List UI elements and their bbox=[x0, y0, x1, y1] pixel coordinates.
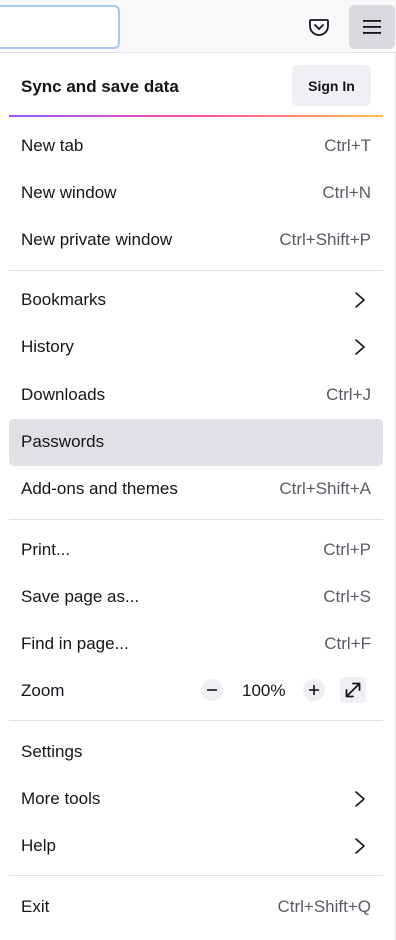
separator bbox=[9, 875, 383, 876]
menu-item-label: Exit bbox=[21, 897, 50, 916]
chevron-right-icon bbox=[355, 838, 365, 854]
menu-item-shortcut: Ctrl+N bbox=[322, 183, 371, 202]
app-menu-panel: Sync and save data Sign In New tab Ctrl+… bbox=[0, 52, 396, 940]
menu-item-more-tools[interactable]: More tools bbox=[9, 776, 383, 823]
menu-item-label: Help bbox=[21, 836, 56, 855]
chevron-right-icon bbox=[355, 292, 365, 308]
pocket-icon bbox=[309, 19, 329, 36]
menu-item-downloads[interactable]: Downloads Ctrl+J bbox=[9, 372, 383, 419]
menu-item-settings[interactable]: Settings bbox=[9, 729, 383, 776]
menu-item-shortcut: Ctrl+T bbox=[324, 136, 371, 155]
menu-item-label: History bbox=[21, 337, 74, 356]
menu-item-shortcut: Ctrl+Shift+P bbox=[279, 230, 371, 249]
menu-item-label: Settings bbox=[21, 742, 83, 761]
accent-divider bbox=[9, 115, 383, 117]
menu-item-save-page-as[interactable]: Save page as... Ctrl+S bbox=[9, 574, 383, 621]
hamburger-menu-icon bbox=[363, 20, 381, 34]
menu-item-history[interactable]: History bbox=[9, 324, 383, 371]
separator bbox=[9, 519, 383, 520]
minus-icon bbox=[207, 689, 217, 691]
sync-title: Sync and save data bbox=[21, 77, 179, 96]
menu-item-label: New tab bbox=[21, 136, 84, 155]
fullscreen-button[interactable] bbox=[340, 677, 366, 703]
menu-item-new-window[interactable]: New window Ctrl+N bbox=[9, 170, 383, 217]
menu-item-find-in-page[interactable]: Find in page... Ctrl+F bbox=[9, 621, 383, 668]
menu-item-label: New private window bbox=[21, 230, 173, 249]
menu-item-shortcut: Ctrl+S bbox=[323, 587, 371, 606]
menu-item-shortcut: Ctrl+J bbox=[326, 385, 371, 404]
toolbar bbox=[0, 0, 396, 52]
menu-item-passwords[interactable]: Passwords bbox=[9, 419, 383, 466]
menu-item-label: Add-ons and themes bbox=[21, 479, 178, 498]
menu-item-label: More tools bbox=[21, 789, 101, 808]
menu-item-exit[interactable]: Exit Ctrl+Shift+Q bbox=[9, 884, 383, 931]
menu-item-zoom: Zoom 100% bbox=[9, 668, 383, 715]
menu-item-shortcut: Ctrl+Shift+A bbox=[279, 479, 371, 498]
zoom-level[interactable]: 100% bbox=[242, 681, 285, 701]
menu-item-label: Save page as... bbox=[21, 587, 140, 606]
chevron-right-icon bbox=[355, 791, 365, 807]
separator bbox=[9, 720, 383, 721]
sign-in-button[interactable]: Sign In bbox=[292, 65, 371, 106]
menu-item-label: Find in page... bbox=[21, 634, 129, 653]
pocket-button[interactable] bbox=[296, 5, 342, 49]
sync-header: Sync and save data Sign In bbox=[0, 53, 394, 115]
app-menu-button[interactable] bbox=[349, 5, 395, 49]
menu-item-label: Zoom bbox=[21, 681, 65, 700]
menu-item-label: New window bbox=[21, 183, 117, 202]
menu-item-bookmarks[interactable]: Bookmarks bbox=[9, 277, 383, 324]
zoom-in-button[interactable] bbox=[303, 679, 325, 701]
menu-item-shortcut: Ctrl+Shift+Q bbox=[277, 897, 371, 916]
menu-item-label: Bookmarks bbox=[21, 290, 107, 309]
chevron-right-icon bbox=[355, 339, 365, 355]
menu-item-help[interactable]: Help bbox=[9, 823, 383, 870]
zoom-out-button[interactable] bbox=[201, 679, 223, 701]
fullscreen-icon bbox=[345, 682, 361, 698]
menu-item-label: Print... bbox=[21, 540, 71, 559]
separator bbox=[9, 270, 383, 271]
menu-item-shortcut: Ctrl+P bbox=[323, 540, 371, 559]
plus-icon bbox=[309, 685, 319, 695]
menu-item-label: Downloads bbox=[21, 385, 106, 404]
menu-item-print[interactable]: Print... Ctrl+P bbox=[9, 527, 383, 574]
menu-item-addons-and-themes[interactable]: Add-ons and themes Ctrl+Shift+A bbox=[9, 466, 383, 513]
menu-item-new-tab[interactable]: New tab Ctrl+T bbox=[9, 123, 383, 170]
menu-item-shortcut: Ctrl+F bbox=[324, 634, 371, 653]
url-bar[interactable] bbox=[0, 5, 120, 49]
menu-item-label: Passwords bbox=[21, 432, 105, 451]
menu-item-new-private-window[interactable]: New private window Ctrl+Shift+P bbox=[9, 217, 383, 264]
